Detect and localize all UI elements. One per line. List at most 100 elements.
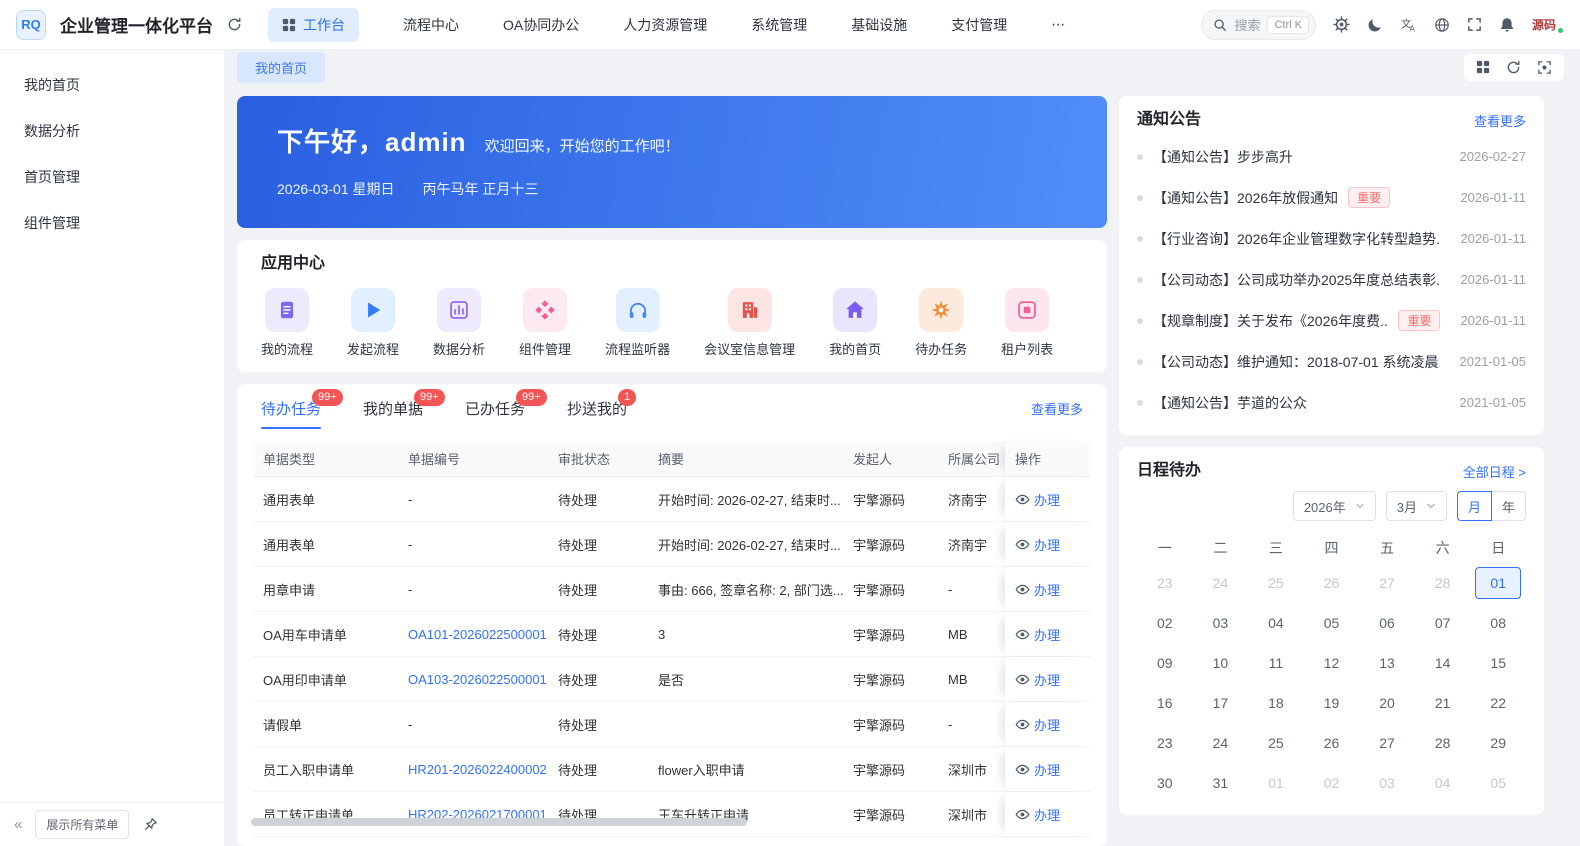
nav-item[interactable]: 流程中心 <box>403 15 459 35</box>
tasks-more-link[interactable]: 查看更多 <box>1031 399 1083 428</box>
handle-button[interactable]: 办理 <box>1005 477 1091 521</box>
calendar-day[interactable]: 29 <box>1470 723 1526 763</box>
calendar-day[interactable]: 12 <box>1304 643 1360 683</box>
notice-item[interactable]: 【行业咨询】2026年企业管理数字化转型趋势... 2026-01-11 <box>1137 218 1526 259</box>
pin-icon[interactable] <box>143 817 158 832</box>
calendar-day[interactable]: 02 <box>1304 763 1360 803</box>
handle-button[interactable]: 办理 <box>1005 567 1091 611</box>
notice-item[interactable]: 【公司动态】维护通知：2018-07-01 系统凌晨... 2021-01-05 <box>1137 341 1526 382</box>
calendar-day[interactable]: 21 <box>1415 683 1471 723</box>
notice-item[interactable]: 【通知公告】芋道的公众 2021-01-05 <box>1137 382 1526 423</box>
handle-button[interactable]: 办理 <box>1005 792 1091 836</box>
handle-button[interactable]: 办理 <box>1005 612 1091 656</box>
year-select[interactable]: 2026年 <box>1292 491 1376 521</box>
app-shortcut[interactable]: 组件管理 <box>519 288 571 358</box>
calendar-day[interactable]: 01 <box>1248 763 1304 803</box>
focus-mode-icon[interactable] <box>1537 60 1552 75</box>
task-tab[interactable]: 已办任务 99+ <box>465 389 547 429</box>
show-all-menu-button[interactable]: 展示所有菜单 <box>35 810 130 839</box>
task-tab[interactable]: 抄送我的 1 <box>567 389 637 429</box>
notices-more-link[interactable]: 查看更多 <box>1474 111 1526 130</box>
calendar-day[interactable]: 25 <box>1248 563 1304 603</box>
calendar-day[interactable]: 01 <box>1470 563 1526 603</box>
calendar-day[interactable]: 24 <box>1193 563 1249 603</box>
calendar-day[interactable]: 27 <box>1359 723 1415 763</box>
calendar-day[interactable]: 28 <box>1415 723 1471 763</box>
nav-item[interactable]: 基础设施 <box>851 15 907 35</box>
notice-item[interactable]: 【公司动态】公司成功举办2025年度总结表彰... 2026-01-11 <box>1137 259 1526 300</box>
search-box[interactable]: 搜索 Ctrl K <box>1201 9 1316 40</box>
sidebar-item[interactable]: 组件管理 <box>0 200 224 246</box>
calendar-day[interactable]: 08 <box>1470 603 1526 643</box>
app-shortcut[interactable]: 待办任务 <box>915 288 967 358</box>
user-avatar[interactable]: 源码 <box>1532 16 1564 34</box>
calendar-day[interactable]: 05 <box>1470 763 1526 803</box>
calendar-day[interactable]: 27 <box>1359 563 1415 603</box>
app-shortcut[interactable]: 会议室信息管理 <box>704 288 795 358</box>
moon-icon[interactable] <box>1367 17 1383 33</box>
calendar-day[interactable]: 26 <box>1304 723 1360 763</box>
calendar-day[interactable]: 10 <box>1193 643 1249 683</box>
sidebar-item[interactable]: 我的首页 <box>0 62 224 108</box>
app-shortcut[interactable]: 数据分析 <box>433 288 485 358</box>
horizontal-scrollbar[interactable] <box>251 818 747 826</box>
nav-item[interactable]: ⋯ <box>1051 16 1065 33</box>
calendar-day[interactable]: 06 <box>1359 603 1415 643</box>
cell-doc-number[interactable]: HR202-2026021700001 <box>398 792 548 836</box>
calendar-day[interactable]: 05 <box>1304 603 1360 643</box>
nav-item[interactable]: 工作台 <box>268 7 359 42</box>
nav-item[interactable]: 人力资源管理 <box>623 15 707 35</box>
refresh-icon[interactable] <box>227 17 242 32</box>
calendar-day[interactable]: 04 <box>1248 603 1304 643</box>
handle-button[interactable]: 办理 <box>1005 522 1091 566</box>
view-month-button[interactable]: 月 <box>1456 491 1492 521</box>
notice-item[interactable]: 【通知公告】步步高升 2026-02-27 <box>1137 136 1526 177</box>
calendar-day[interactable]: 25 <box>1248 723 1304 763</box>
handle-button[interactable]: 办理 <box>1005 747 1091 791</box>
calendar-day[interactable]: 03 <box>1359 763 1415 803</box>
app-logo[interactable]: RQ <box>16 9 46 40</box>
cell-doc-number[interactable]: HR201-2026022400002 <box>398 747 548 791</box>
cell-doc-number[interactable]: OA103-2026022500001 <box>398 657 548 701</box>
calendar-day[interactable]: 28 <box>1415 563 1471 603</box>
calendar-day[interactable]: 30 <box>1137 763 1193 803</box>
nav-item[interactable]: 系统管理 <box>751 15 807 35</box>
calendar-day[interactable]: 03 <box>1193 603 1249 643</box>
month-select[interactable]: 3月 <box>1385 491 1447 521</box>
calendar-day[interactable]: 31 <box>1193 763 1249 803</box>
calendar-day[interactable]: 16 <box>1137 683 1193 723</box>
nav-item[interactable]: 支付管理 <box>951 15 1007 35</box>
tab-my-home[interactable]: 我的首页 <box>237 51 326 83</box>
calendar-day[interactable]: 22 <box>1470 683 1526 723</box>
nav-item[interactable]: OA协同办公 <box>503 15 579 35</box>
cell-doc-number[interactable]: OA101-2026022500001 <box>398 612 548 656</box>
calendar-day[interactable]: 11 <box>1248 643 1304 683</box>
app-shortcut[interactable]: 我的流程 <box>261 288 313 358</box>
gear-icon[interactable] <box>1333 16 1350 33</box>
notice-item[interactable]: 【规章制度】关于发布《2026年度费... 重要 2026-01-11 <box>1137 300 1526 341</box>
handle-button[interactable]: 办理 <box>1005 702 1091 746</box>
view-year-button[interactable]: 年 <box>1490 491 1526 521</box>
reload-page-icon[interactable] <box>1506 60 1521 75</box>
calendar-day[interactable]: 17 <box>1193 683 1249 723</box>
sidebar-item[interactable]: 首页管理 <box>0 154 224 200</box>
app-shortcut[interactable]: 租户列表 <box>1001 288 1053 358</box>
calendar-day[interactable]: 09 <box>1137 643 1193 683</box>
calendar-day[interactable]: 04 <box>1415 763 1471 803</box>
calendar-day[interactable]: 26 <box>1304 563 1360 603</box>
app-shortcut[interactable]: 发起流程 <box>347 288 399 358</box>
sidebar-item[interactable]: 数据分析 <box>0 108 224 154</box>
calendar-day[interactable]: 23 <box>1137 723 1193 763</box>
notice-item[interactable]: 【通知公告】2026年放假通知 重要 2026-01-11 <box>1137 177 1526 218</box>
calendar-day[interactable]: 14 <box>1415 643 1471 683</box>
collapse-sidebar-button[interactable]: « <box>14 816 22 833</box>
app-shortcut[interactable]: 我的首页 <box>829 288 881 358</box>
calendar-day[interactable]: 07 <box>1415 603 1471 643</box>
schedule-more-link[interactable]: 全部日程 > <box>1463 462 1526 481</box>
app-shortcut[interactable]: 流程监听器 <box>605 288 670 358</box>
bell-icon[interactable] <box>1499 17 1515 33</box>
task-tab[interactable]: 我的单据 99+ <box>363 389 445 429</box>
calendar-day[interactable]: 02 <box>1137 603 1193 643</box>
globe-icon[interactable] <box>1434 17 1450 33</box>
calendar-day[interactable]: 13 <box>1359 643 1415 683</box>
